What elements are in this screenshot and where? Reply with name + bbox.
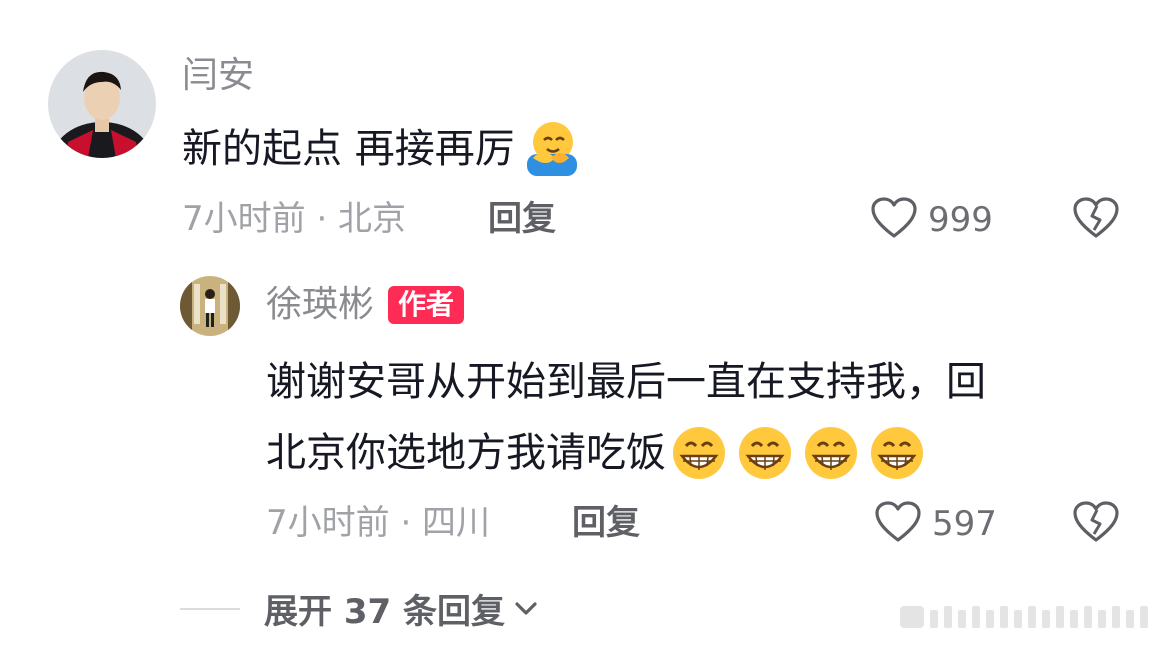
comment-time-location: 7小时前 · 北京 [182, 199, 407, 239]
replier-avatar[interactable] [180, 276, 240, 336]
replier-name[interactable]: 徐瑛彬 [266, 287, 374, 323]
author-badge: 作者 [388, 286, 465, 324]
divider-line [180, 607, 240, 610]
comment-dislike-button[interactable] [1072, 196, 1120, 244]
broken-heart-icon [1072, 501, 1120, 548]
broken-heart-icon [1072, 197, 1120, 244]
comment-like-count: 999 [928, 200, 993, 240]
reply-reply-button[interactable]: 回复 [572, 506, 640, 540]
chevron-down-icon [513, 600, 539, 618]
comment-reply-button[interactable]: 回复 [488, 202, 556, 236]
reply-text-line-2-row: 北京你选地方我请吃饭 [266, 424, 934, 482]
grinning-face-emoji-icon [670, 424, 934, 482]
heart-icon [870, 196, 918, 244]
reply-time-location: 7小时前 · 四川 [266, 503, 491, 543]
heart-icon [874, 500, 922, 548]
expand-replies-label: 展开 37 条回复 [264, 592, 505, 632]
reply-dislike-button[interactable] [1072, 500, 1120, 548]
reply-text-line-2: 北京你选地方我请吃饭 [266, 430, 666, 476]
comment-like-button[interactable]: 999 [870, 196, 993, 244]
commenter-name[interactable]: 闫安 [182, 58, 254, 94]
hugging-face-emoji-icon [523, 118, 581, 180]
reply-like-count: 597 [932, 504, 997, 544]
comment-body: 新的起点 再接再厉 [182, 118, 581, 180]
commenter-avatar[interactable] [48, 50, 156, 158]
reply-like-button[interactable]: 597 [874, 500, 997, 548]
replier-header: 徐瑛彬 作者 [266, 286, 465, 324]
reply-text-line-1: 谢谢安哥从开始到最后一直在支持我，回 [266, 359, 986, 405]
comment-text: 新的起点 再接再厉 [182, 126, 515, 172]
watermark-graphic [900, 600, 1156, 638]
expand-replies-button[interactable]: 展开 37 条回复 [180, 584, 539, 633]
